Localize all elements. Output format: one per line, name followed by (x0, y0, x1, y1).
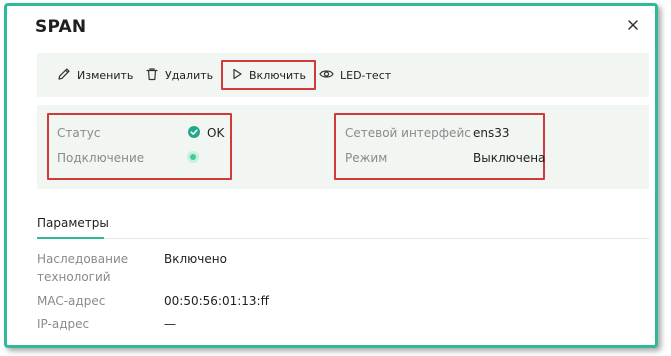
interface-label: Сетевой интерфейс (345, 126, 471, 140)
mac-label: MAC-адрес (37, 294, 106, 308)
inheritance-value: Включено (164, 252, 227, 266)
connection-label: Подключение (57, 151, 145, 165)
ip-value: — (164, 317, 176, 331)
close-icon[interactable] (625, 17, 641, 33)
span-dialog: SPAN Изменить Удалить Включить LED-тест … (4, 3, 658, 348)
inheritance-label-line2: технологий (37, 270, 111, 284)
tab-divider (37, 238, 649, 239)
mode-value: Выключена (473, 151, 546, 165)
edit-button[interactable]: Изменить (57, 62, 133, 88)
tab-active-underline (37, 237, 104, 239)
play-icon (231, 68, 243, 83)
connection-indicator-icon (187, 151, 199, 163)
interface-value: ens33 (473, 126, 510, 140)
status-panel: Статус OK Подключение Сетевой интерфейс … (37, 105, 649, 189)
eye-icon (319, 67, 334, 84)
status-label: Статус (57, 126, 101, 140)
pencil-icon (57, 67, 71, 84)
enable-button[interactable]: Включить (221, 60, 317, 90)
action-toolbar: Изменить Удалить Включить LED-тест (37, 53, 649, 97)
dialog-title: SPAN (35, 17, 87, 37)
mode-label: Режим (345, 151, 388, 165)
interface-highlight-box (334, 113, 545, 180)
status-value: OK (207, 126, 225, 140)
mac-value: 00:50:56:01:13:ff (164, 294, 269, 308)
inheritance-label: Наследование (37, 252, 129, 266)
led-test-button[interactable]: LED-тест (319, 62, 391, 88)
delete-button-label: Удалить (165, 68, 214, 82)
led-test-button-label: LED-тест (340, 68, 392, 82)
tab-parameters[interactable]: Параметры (37, 216, 109, 230)
delete-button[interactable]: Удалить (145, 62, 213, 88)
ip-label: IP-адрес (37, 317, 90, 331)
status-highlight-box (47, 113, 232, 180)
enable-button-label: Включить (249, 68, 307, 82)
edit-button-label: Изменить (77, 68, 134, 82)
trash-icon (145, 67, 159, 84)
check-circle-icon (188, 126, 200, 138)
